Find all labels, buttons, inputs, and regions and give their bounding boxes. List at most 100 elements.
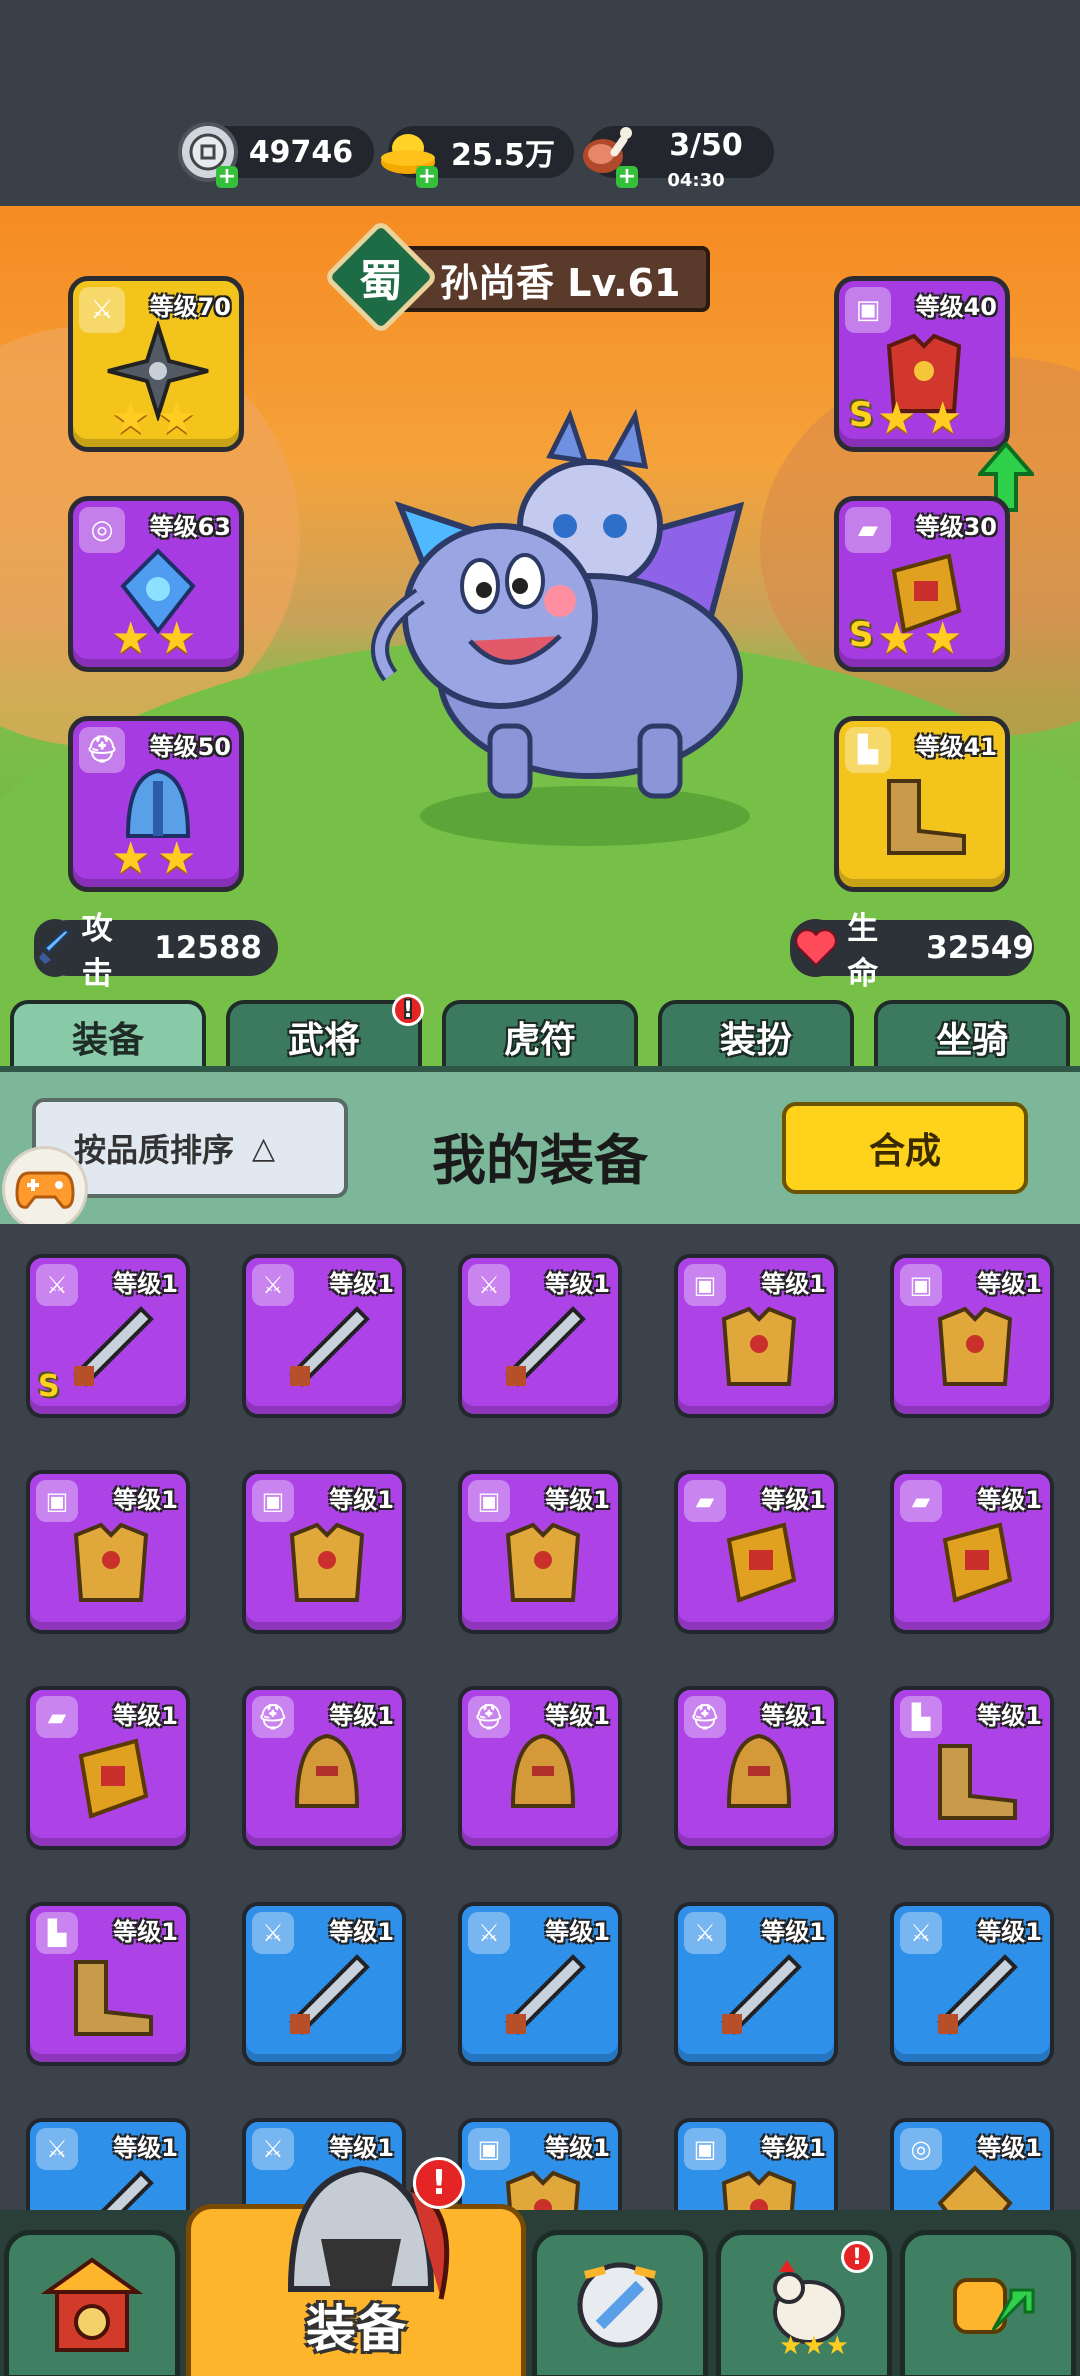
add-silver-button[interactable]: + (216, 166, 238, 188)
gamepad-icon[interactable] (2, 1146, 88, 1232)
star-rating: ★ ★ (111, 393, 197, 444)
equip-slot-amulet[interactable]: ◎ 等级63 ★ ★ (68, 496, 244, 672)
game-screen: + 49746 + 25.5万 + 3/50 04:30 孙尚香 Lv.61 蜀 (0, 0, 1080, 2376)
inventory-item-armor[interactable]: ▣ 等级1 (458, 1470, 622, 1634)
equip-slot-helmet[interactable]: ⛑ 等级50 ★ ★ (68, 716, 244, 892)
tab-label: 武将 (287, 1020, 360, 1061)
inventory-item-bracer[interactable]: ▰ 等级1 (890, 1470, 1054, 1634)
inventory-grid: ⚔ 等级1 S ⚔ 等级1 ⚔ 等级1 ▣ 等级1 ▣ 等级1 ▣ 等级1 ▣ 等级1 ▣ 等级1 ▰ 等级1 ▰ 等级… (0, 1224, 1080, 2282)
weapon-item-icon (505, 1954, 586, 2035)
inventory-item-helmet[interactable]: ⛑ 等级1 (458, 1686, 622, 1850)
equip-slot-weapon[interactable]: ⚔ 等级70 ★ ★ (68, 276, 244, 452)
nav-rooster[interactable]: ★★★ ! (716, 2230, 892, 2376)
equip-level: 等级70 (149, 293, 231, 321)
equip-slot-bracer[interactable]: ▰ 等级30 S ★ ★ (834, 496, 1010, 672)
bracer-item-icon (726, 1522, 797, 1603)
attack-label: 攻击 (81, 911, 113, 992)
silver-coin-value: 49746 (248, 134, 354, 170)
inventory-item-armor[interactable]: ▣ 等级1 (242, 1470, 406, 1634)
armor-item-icon (937, 1306, 1013, 1386)
top-bar: + 49746 + 25.5万 + 3/50 04:30 (0, 0, 1080, 206)
inventory-item-weapon[interactable]: ⚔ 等级1 (242, 1902, 406, 2066)
boots-item-icon (887, 779, 966, 855)
star-rating: ★ ★ (111, 833, 197, 884)
battle-shield-icon (577, 2262, 663, 2348)
inventory-item-armor[interactable]: ▣ 等级1 (26, 1470, 190, 1634)
star-rating: ★ ★ (877, 393, 963, 444)
svg-text:★★★: ★★★ (779, 2331, 849, 2360)
nav-battle[interactable] (532, 2230, 708, 2376)
weapon-item-icon (721, 1954, 802, 2035)
equip-level: 等级63 (149, 513, 231, 541)
armor-item-icon (289, 1522, 365, 1602)
equip-level: 等级40 (915, 293, 997, 321)
weapon-item-icon (73, 1306, 154, 1387)
bracer-item-icon (78, 1738, 149, 1819)
inventory-item-bracer[interactable]: ▰ 等级1 (674, 1470, 838, 1634)
kingdom-label: 蜀 (359, 256, 403, 307)
nav-equipment[interactable]: 装备 ! (186, 2157, 526, 2376)
nav-upgrade[interactable] (900, 2230, 1076, 2376)
inventory-item-bracer[interactable]: ▰ 等级1 (26, 1686, 190, 1850)
rooster-icon: ★★★ (773, 2260, 849, 2360)
triangle-up-icon: △ (252, 1130, 276, 1166)
nav-main-city[interactable] (4, 2230, 180, 2376)
stamina-counter[interactable]: + 3/50 04:30 (583, 126, 774, 191)
tab-tiger-tally[interactable]: 虎符 (442, 1000, 638, 1066)
notification-badge: ! (392, 994, 424, 1026)
inventory-item-weapon[interactable]: ⚔ 等级1 (458, 1254, 622, 1418)
category-tabs: 装备 武将 ! 虎符 装扮 坐骑 (0, 994, 1080, 1066)
hp-label: 生命 (847, 911, 879, 992)
tab-equipment[interactable]: 装备 (10, 1000, 206, 1066)
combine-label: 合成 (868, 1131, 941, 1172)
equip-slot-armor[interactable]: ▣ 等级40 S ★ ★ (834, 276, 1010, 452)
grade-label: S (849, 395, 874, 435)
panel-title: 我的装备 (432, 1129, 648, 1192)
hp-value: 32549 (926, 930, 1034, 966)
weapon-item-icon (937, 1954, 1018, 2035)
equip-level: 等级30 (915, 513, 997, 541)
notification-badge: ! (413, 2157, 465, 2209)
attack-value: 12588 (154, 930, 262, 966)
hero-name: 孙尚香 Lv.61 (440, 260, 681, 305)
tab-label: 装备 (71, 1020, 144, 1061)
fist-upgrade-icon (953, 2278, 1035, 2334)
nav-equipment-label: 装备 (306, 2300, 406, 2358)
gold-ingot-value: 25.5万 (450, 138, 556, 173)
equip-slot-boots[interactable]: ▙ 等级41 (834, 716, 1010, 892)
gold-ingot-counter[interactable]: + 25.5万 (381, 126, 574, 188)
hero-mount-illustration[interactable] (360, 376, 780, 836)
inventory-item-armor[interactable]: ▣ 等级1 (674, 1254, 838, 1418)
inventory-item-weapon[interactable]: ⚔ 等级1 (458, 1902, 622, 2066)
kingdom-badge: 蜀 (323, 219, 439, 335)
inventory-item-armor[interactable]: ▣ 等级1 (890, 1254, 1054, 1418)
equipment-panel-header: 按品质排序 △ 我的装备 合成 (0, 1066, 1080, 1224)
combine-button[interactable]: 合成 (782, 1102, 1028, 1194)
equip-level: 等级50 (149, 733, 231, 761)
inventory-item-boots[interactable]: ▙ 等级1 (26, 1902, 190, 2066)
inventory-item-weapon[interactable]: ⚔ 等级1 (890, 1902, 1054, 2066)
inventory-item-boots[interactable]: ▙ 等级1 (890, 1686, 1054, 1850)
inventory-item-weapon[interactable]: ⚔ 等级1 S (26, 1254, 190, 1418)
boots-item-icon (74, 1960, 153, 2036)
inventory-item-helmet[interactable]: ⛑ 等级1 (242, 1686, 406, 1850)
helmet-item-icon (294, 1733, 360, 1808)
silver-coin-counter[interactable]: + 49746 (178, 122, 374, 188)
grade-label: S (38, 1369, 60, 1404)
tab-generals[interactable]: 武将 ! (226, 994, 424, 1066)
inventory-item-helmet[interactable]: ⛑ 等级1 (674, 1686, 838, 1850)
star-rating: ★ ★ (877, 613, 963, 664)
tab-label: 坐骑 (935, 1020, 1008, 1061)
inventory-item-weapon[interactable]: ⚔ 等级1 (242, 1254, 406, 1418)
attack-stat: 攻击 12588 (34, 911, 278, 992)
notification-badge: ! (841, 2241, 873, 2273)
weapon-item-icon (505, 1306, 586, 1387)
armor-item-icon (721, 1306, 797, 1386)
equip-level: 等级41 (915, 733, 997, 761)
add-gold-button[interactable]: + (416, 166, 438, 188)
tab-outfit[interactable]: 装扮 (658, 1000, 854, 1066)
bracer-item-icon (942, 1522, 1013, 1603)
inventory-item-weapon[interactable]: ⚔ 等级1 (674, 1902, 838, 2066)
grade-label: S (849, 615, 874, 655)
tab-mount[interactable]: 坐骑 (874, 1000, 1070, 1066)
